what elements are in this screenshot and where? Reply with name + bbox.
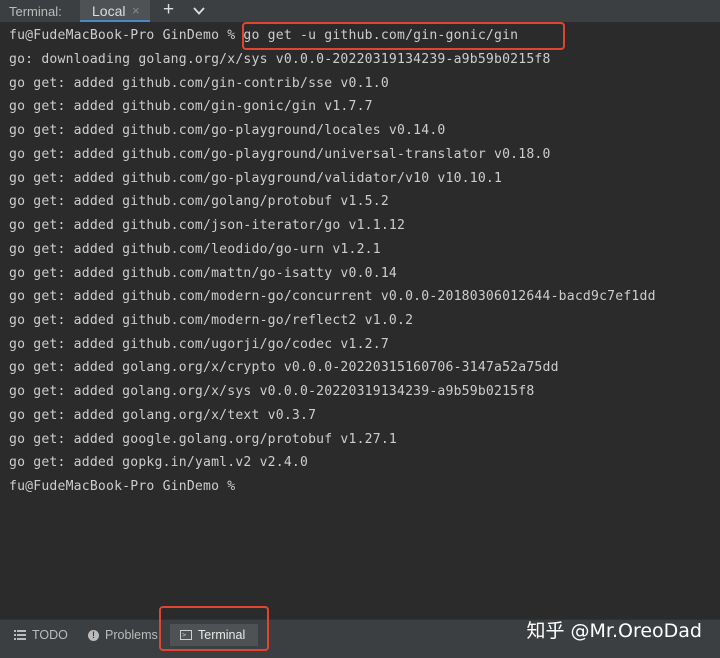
problems-label: Problems	[105, 628, 158, 642]
terminal-tool-highlight-box	[159, 606, 269, 651]
tab-local-label: Local	[92, 3, 126, 19]
chevron-down-icon[interactable]	[193, 5, 205, 17]
terminal-line: go get: added github.com/go-playground/v…	[9, 171, 503, 186]
command-highlight-box	[242, 22, 565, 50]
terminal-line: go get: added golang.org/x/crypto v0.0.0…	[9, 360, 559, 375]
info-icon: !	[88, 629, 99, 641]
terminal-line: go get: added github.com/gin-contrib/sse…	[9, 76, 389, 91]
terminal-line: go get: added google.golang.org/protobuf…	[9, 432, 397, 447]
terminal-line: go get: added golang.org/x/text v0.3.7	[9, 408, 317, 423]
todo-label: TODO	[32, 628, 68, 642]
watermark: 知乎 @Mr.OreoDad	[526, 620, 702, 642]
terminal-line: go get: added github.com/leodido/go-urn …	[9, 242, 381, 257]
tab-local[interactable]: Local ×	[80, 0, 150, 22]
terminal-line: go get: added github.com/go-playground/l…	[9, 123, 446, 138]
terminal-line: go get: added golang.org/x/sys v0.0.0-20…	[9, 384, 535, 399]
terminal-line: go get: added github.com/mattn/go-isatty…	[9, 266, 397, 281]
terminal-prompt: fu@FudeMacBook-Pro GinDemo %	[9, 479, 236, 494]
terminal-line: go get: added github.com/golang/protobuf…	[9, 194, 389, 209]
terminal-line: go get: added github.com/json-iterator/g…	[9, 218, 406, 233]
terminal-title: Terminal:	[9, 4, 62, 19]
terminal-line: go get: added gopkg.in/yaml.v2 v2.4.0	[9, 455, 309, 470]
problems-tool-button[interactable]: ! Problems	[88, 624, 158, 646]
terminal-output[interactable]: fu@FudeMacBook-Pro GinDemo % go get -u g…	[0, 23, 720, 619]
close-icon[interactable]: ×	[132, 3, 140, 18]
terminal-line: go get: added github.com/ugorji/go/codec…	[9, 337, 389, 352]
terminal-tab-bar: Terminal: Local × +	[0, 0, 720, 23]
todo-tool-button[interactable]: TODO	[14, 624, 68, 646]
list-icon	[14, 630, 26, 640]
terminal-line: go get: added github.com/modern-go/refle…	[9, 313, 414, 328]
terminal-line: go get: added github.com/go-playground/u…	[9, 147, 551, 162]
terminal-line: go: downloading golang.org/x/sys v0.0.0-…	[9, 52, 551, 67]
terminal-line: go get: added github.com/modern-go/concu…	[9, 289, 656, 304]
terminal-line: go get: added github.com/gin-gonic/gin v…	[9, 99, 373, 114]
new-tab-plus-icon[interactable]: +	[163, 0, 174, 21]
